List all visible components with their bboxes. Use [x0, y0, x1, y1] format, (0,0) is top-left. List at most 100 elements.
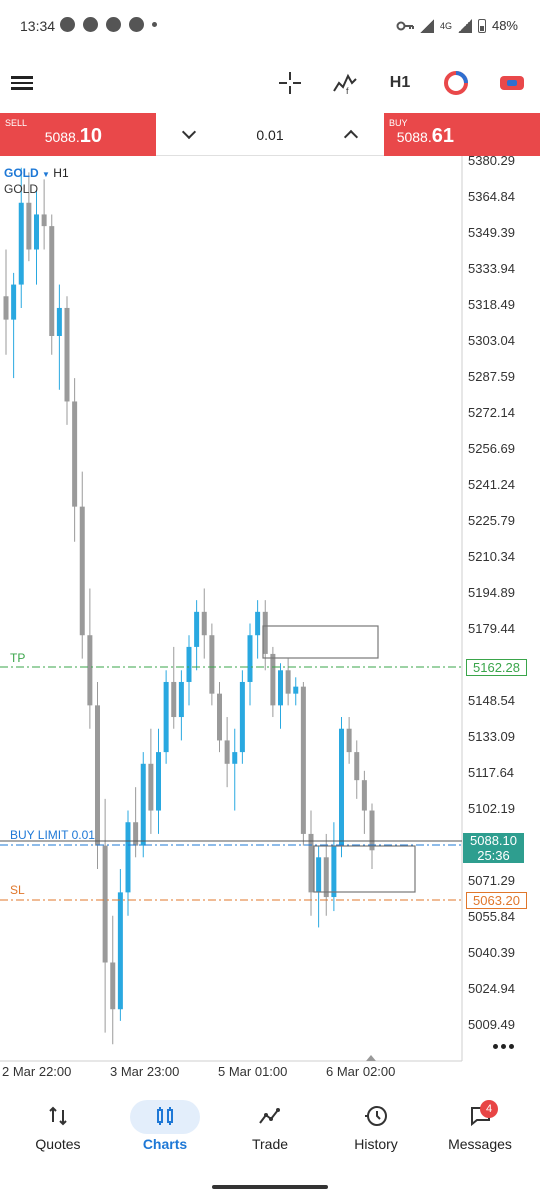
nav-quotes[interactable]: Quotes	[4, 1100, 112, 1152]
candle-body	[232, 752, 238, 764]
key-icon	[396, 21, 414, 30]
volume-value[interactable]: 0.01	[256, 127, 283, 143]
candle-body	[34, 214, 39, 250]
candle-body	[125, 822, 131, 893]
price-axis-label: 5194.89	[468, 585, 515, 600]
menu-icon[interactable]	[10, 68, 34, 98]
decrease-volume-icon[interactable]	[181, 124, 197, 140]
candle-body	[178, 681, 184, 718]
buy-button[interactable]: BUY 5088.61	[384, 113, 540, 156]
chart-timeframe: H1	[53, 166, 69, 180]
candle-body	[217, 693, 222, 741]
chevron-down-icon: ▼	[42, 170, 50, 179]
sell-label: SELL	[5, 118, 28, 128]
candle-body	[255, 611, 261, 636]
price-axis-label: 5272.14	[468, 405, 515, 420]
history-icon	[365, 1106, 387, 1126]
price-axis-label: 5133.09	[468, 729, 515, 744]
candle-body	[49, 226, 55, 336]
time-label: 3 Mar 23:00	[110, 1064, 180, 1079]
one-click-trade-icon[interactable]	[498, 68, 526, 98]
network-type: 4G	[439, 20, 452, 31]
sl-price-tag: 5063.20	[466, 892, 527, 909]
status-bar: 13:34 4G 48%	[0, 0, 540, 52]
increase-volume-icon[interactable]	[343, 129, 359, 145]
cell-signal-icon	[457, 18, 472, 33]
time-label: 6 Mar 02:00	[326, 1064, 396, 1079]
price-axis-label: 5148.54	[468, 693, 515, 708]
candle-body	[308, 833, 314, 893]
bid-price: 5088.10	[470, 833, 517, 848]
candle-body	[140, 763, 146, 846]
candle-body	[11, 284, 17, 320]
home-indicator[interactable]	[212, 1185, 328, 1189]
more-options-icon[interactable]	[493, 1036, 517, 1054]
candle-body	[300, 686, 306, 834]
indicators-icon[interactable]: f	[331, 68, 359, 98]
crosshair-icon[interactable]	[277, 68, 303, 98]
symbol-description: GOLD	[4, 182, 39, 196]
candle-body	[346, 728, 352, 753]
rectangle-object[interactable]	[262, 625, 379, 659]
candle-body	[79, 506, 85, 636]
price-axis-label: 5225.79	[468, 513, 515, 528]
chart-symbol-info: GOLD ▼ H1 GOLD	[4, 166, 69, 196]
price-axis-label: 5364.84	[468, 189, 515, 204]
pinterest-icon	[129, 17, 144, 32]
candle-body	[186, 646, 192, 682]
candle-body	[323, 857, 329, 898]
bottom-navigation: Quotes Charts Trade History Messages 4	[0, 1090, 540, 1170]
telegram-icon	[106, 17, 121, 32]
messages-badge: 4	[480, 1100, 498, 1118]
candle-body	[224, 740, 230, 764]
chart-toolbar: f H1	[0, 56, 540, 112]
price-axis-label: 5179.44	[468, 621, 515, 636]
symbol-name[interactable]: GOLD	[4, 166, 39, 180]
candle-body	[331, 845, 337, 898]
nav-trade[interactable]: Trade	[216, 1100, 324, 1152]
nav-charts[interactable]: Charts	[111, 1100, 219, 1152]
time-label: 2 Mar 22:00	[2, 1064, 72, 1079]
price-axis-label: 5287.59	[468, 369, 515, 384]
candle-body	[171, 681, 177, 718]
price-axis-label: 5009.49	[468, 1017, 515, 1032]
bid-price-tag: 5088.10 25:36	[463, 833, 524, 863]
wifi-signal-icon	[419, 18, 434, 33]
time-label: 5 Mar 01:00	[218, 1064, 288, 1079]
candle-body	[278, 670, 283, 706]
timeframe-button[interactable]: H1	[386, 68, 414, 98]
price-axis-label: 5210.34	[468, 549, 515, 564]
candle-body	[339, 728, 344, 846]
candle-body	[110, 962, 116, 1010]
price-axis-label: 5349.39	[468, 225, 515, 240]
candle-body	[369, 810, 375, 851]
buy-limit-label: BUY LIMIT 0.01	[10, 828, 95, 842]
price-axis-label: 5102.19	[468, 801, 515, 816]
scroll-marker-icon[interactable]	[366, 1055, 376, 1061]
chart-canvas[interactable]	[0, 156, 540, 1086]
price-axis-label: 5071.29	[468, 873, 515, 888]
candle-body	[117, 892, 123, 1010]
rectangle-object[interactable]	[313, 845, 416, 893]
sell-button[interactable]: SELL 5088.10	[0, 113, 156, 156]
sl-label: SL	[10, 883, 25, 897]
tp-price-tag: 5162.28	[466, 659, 527, 676]
nav-history[interactable]: History	[322, 1100, 430, 1152]
tp-label: TP	[10, 651, 26, 665]
objects-icon[interactable]	[442, 68, 470, 98]
svg-text:f: f	[346, 86, 349, 95]
status-time: 13:34	[20, 18, 56, 34]
buy-price: 5088.61	[396, 125, 454, 147]
candle-body	[133, 822, 139, 846]
price-axis-label: 5040.39	[468, 945, 515, 960]
candle-body	[194, 611, 200, 647]
price-axis-label: 5380.29	[468, 153, 515, 168]
price-axis-label: 5117.64	[468, 765, 515, 780]
bar-countdown: 25:36	[477, 848, 510, 863]
price-chart[interactable]: GOLD ▼ H1 GOLD 5380.29 5364.84 5349.39 5333…	[0, 153, 540, 1086]
battery-icon	[477, 18, 486, 33]
candle-body	[95, 705, 100, 846]
candle-body	[26, 202, 32, 250]
candle-body	[41, 214, 47, 227]
charts-icon	[157, 1107, 173, 1125]
